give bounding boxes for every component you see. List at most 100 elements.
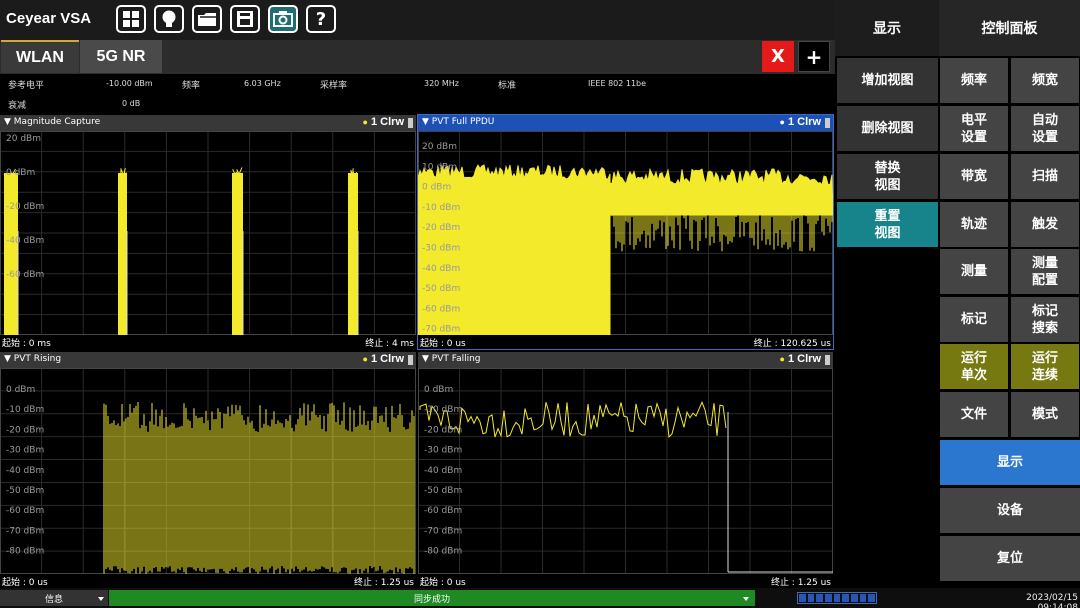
- bandwidth-button[interactable]: 带宽: [940, 154, 1008, 199]
- y-tick-label: -10 dBm: [424, 405, 462, 415]
- y-tick-label: -50 dBm: [6, 486, 44, 496]
- y-tick-label: -60 dBm: [422, 304, 460, 314]
- mode-button[interactable]: 模式: [1011, 392, 1079, 437]
- trace-color-icon: [825, 118, 830, 128]
- trace-indicator[interactable]: ● 1 Clrw: [362, 116, 404, 128]
- y-tick-label: -40 dBm: [422, 264, 460, 274]
- y-tick-label: -40 dBm: [6, 236, 44, 246]
- start-time: 起始 : 0 us: [420, 578, 466, 588]
- display-header[interactable]: 显示: [835, 0, 939, 56]
- trace-button[interactable]: 轨迹: [940, 202, 1008, 247]
- y-tick-label: 20 dBm: [6, 134, 41, 144]
- sample-rate-value: 320 MHz: [424, 79, 459, 88]
- frequency-value: 6.03 GHz: [244, 79, 281, 88]
- level-setup-button[interactable]: 电平 设置: [940, 106, 1008, 151]
- y-tick-label: -60 dBm: [424, 506, 462, 516]
- pane-header: ▼ Magnitude Capture ● 1 Clrw: [0, 115, 416, 131]
- chevron-down-icon: [743, 597, 749, 601]
- burst-mark: [232, 173, 243, 335]
- device-button[interactable]: 设备: [940, 488, 1080, 533]
- burst-mark: [118, 173, 127, 335]
- camera-icon[interactable]: [268, 5, 298, 33]
- standard-label: 标准: [498, 81, 517, 91]
- y-tick-label: -60 dBm: [6, 506, 44, 516]
- tab-wlan[interactable]: WLAN: [1, 40, 79, 73]
- tab-5g-nr[interactable]: 5G NR: [80, 40, 162, 73]
- measure-button[interactable]: 测量: [940, 249, 1008, 294]
- delete-view-button[interactable]: 删除视图: [837, 106, 938, 151]
- run-continuous-button[interactable]: 运行 连续: [1011, 344, 1079, 389]
- trace-indicator[interactable]: ● 1 Clrw: [779, 116, 821, 128]
- control-panel: 频率 频宽 电平 设置 自动 设置 带宽 扫描 轨迹 触发 测量 测量 配置 标…: [939, 56, 1080, 588]
- chevron-down-icon: [98, 597, 104, 601]
- reset-button[interactable]: 复位: [940, 536, 1080, 581]
- sweep-button[interactable]: 扫描: [1011, 154, 1079, 199]
- close-tab-button[interactable]: X: [762, 41, 794, 72]
- pane-footer: 起始 : 0 us 终止 : 1.25 us: [418, 574, 833, 588]
- pane-title: ▼ Magnitude Capture: [4, 117, 101, 127]
- y-tick-label: -40 dBm: [424, 466, 462, 476]
- pane-title: ▼ PVT Full PPDU: [422, 117, 495, 127]
- measure-config-button[interactable]: 测量 配置: [1011, 249, 1079, 294]
- pane-pvt-falling[interactable]: ▼ PVT Falling ● 1 Clrw 0 dBm -10 dBm -20 d…: [418, 352, 833, 588]
- trigger-button[interactable]: 触发: [1011, 202, 1079, 247]
- magnitude-capture-plot[interactable]: 20 dBm 0 dBm -20 dBm -40 dBm -60 dBm: [0, 131, 416, 335]
- add-view-button[interactable]: 增加视图: [837, 58, 938, 103]
- start-time: 起始 : 0 ms: [2, 339, 51, 349]
- trace-color-icon: [825, 355, 830, 365]
- view-menu: 增加视图 删除视图 替换 视图 重置 视图: [835, 56, 939, 588]
- top-bar: Ceyear VSA ?: [0, 0, 835, 40]
- trace-color-icon: [408, 355, 413, 365]
- pvt-falling-plot[interactable]: 0 dBm -10 dBm -20 dBm -30 dBm -40 dBm -50 dBm…: [418, 368, 833, 574]
- pane-pvt-rising[interactable]: ▼ PVT Rising ● 1 Clrw 0 dBm -10 dBm -20 dB…: [0, 352, 416, 588]
- y-tick-label: -60 dBm: [6, 270, 44, 280]
- ref-level-label: 参考电平: [8, 81, 45, 91]
- pane-title: ▼ PVT Rising: [4, 354, 62, 364]
- y-tick-label: 10 dBm: [422, 162, 457, 172]
- auto-setup-button[interactable]: 自动 设置: [1011, 106, 1079, 151]
- trace-dot-icon: ●: [779, 354, 785, 364]
- frequency-button[interactable]: 频率: [940, 58, 1008, 103]
- cpu-meter: [797, 592, 877, 604]
- windows-icon[interactable]: [116, 5, 146, 33]
- marker-search-button[interactable]: 标记 搜索: [1011, 297, 1079, 342]
- trace-dot-icon: ●: [362, 354, 368, 364]
- pane-pvt-full-ppdu[interactable]: ▼ PVT Full PPDU ● 1 Clrw 20 dBm 10 dBm 0 d…: [417, 114, 834, 350]
- app-title: Ceyear VSA: [6, 10, 92, 27]
- file-button[interactable]: 文件: [940, 392, 1008, 437]
- lightbulb-icon[interactable]: [154, 5, 184, 33]
- trace-indicator[interactable]: ● 1 Clrw: [779, 353, 821, 365]
- replace-view-button[interactable]: 替换 视图: [837, 154, 938, 199]
- status-message-text: 同步成功: [413, 594, 450, 605]
- y-tick-label: 20 dBm: [422, 142, 457, 152]
- folder-open-icon[interactable]: [192, 5, 222, 33]
- info-dropdown[interactable]: 信息: [0, 590, 108, 606]
- pane-magnitude-capture[interactable]: ▼ Magnitude Capture ● 1 Clrw 20 dBm 0 dBm…: [0, 115, 416, 349]
- trace-indicator[interactable]: ● 1 Clrw: [362, 353, 404, 365]
- control-panel-header[interactable]: 控制面板: [939, 0, 1080, 56]
- marker-button[interactable]: 标记: [940, 297, 1008, 342]
- stop-time: 终止 : 1.25 us: [770, 578, 831, 588]
- y-tick-label: -20 dBm: [422, 223, 460, 233]
- standard-value: IEEE 802 11be: [588, 79, 647, 88]
- pvt-full-ppdu-plot[interactable]: 20 dBm 10 dBm 0 dBm -10 dBm -20 dBm -30 dBm -4…: [418, 131, 833, 335]
- run-single-button[interactable]: 运行 单次: [940, 344, 1008, 389]
- trace-mode: 1 Clrw: [370, 353, 404, 365]
- stop-time: 终止 : 120.625 us: [753, 339, 831, 349]
- measurement-parameters: 参考电平 -10.00 dBm 频率 6.03 GHz 采样率 320 MHz …: [0, 74, 835, 114]
- trace-dot-icon: ●: [362, 117, 368, 127]
- add-tab-button[interactable]: +: [798, 41, 830, 72]
- reset-view-button[interactable]: 重置 视图: [837, 202, 938, 247]
- save-icon[interactable]: [230, 5, 260, 33]
- datetime: 2023/02/15 09:14:08: [1026, 593, 1078, 608]
- y-tick-label: -50 dBm: [422, 284, 460, 294]
- y-tick-label: -40 dBm: [6, 466, 44, 476]
- span-button[interactable]: 频宽: [1011, 58, 1079, 103]
- ppdu-data-top: [609, 167, 833, 216]
- help-icon[interactable]: ?: [306, 5, 336, 33]
- sample-rate-label: 采样率: [320, 81, 348, 91]
- status-message[interactable]: 同步成功: [109, 590, 755, 606]
- display-button[interactable]: 显示: [940, 440, 1080, 485]
- pvt-rising-plot[interactable]: 0 dBm -10 dBm -20 dBm -30 dBm -40 dBm -50 dBm…: [0, 368, 416, 574]
- y-tick-label: -20 dBm: [6, 202, 44, 212]
